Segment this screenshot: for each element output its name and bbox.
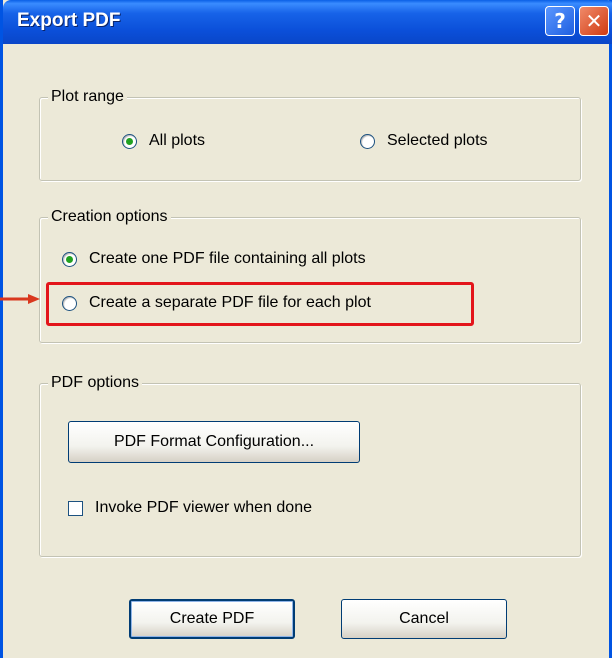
close-button[interactable]: ✕	[579, 6, 609, 36]
plot-range-legend: Plot range	[48, 88, 127, 106]
dialog-title: Export PDF	[17, 10, 121, 31]
radio-button[interactable]	[122, 133, 137, 149]
radio-all-plots[interactable]: All plots	[122, 132, 205, 150]
radio-label: All plots	[149, 132, 206, 149]
cancel-button[interactable]: Cancel	[341, 599, 507, 639]
pdf-options-legend: PDF options	[48, 374, 143, 392]
create-pdf-button[interactable]: Create PDF	[129, 599, 295, 639]
invoke-viewer-checkbox-row[interactable]: Invoke PDF viewer when done	[68, 499, 312, 517]
radio-button[interactable]	[62, 251, 77, 267]
checkbox-label: Invoke PDF viewer when done	[95, 499, 312, 516]
help-button[interactable]: ?	[545, 6, 575, 36]
plot-range-group: Plot range All plots Selected plots	[39, 88, 581, 181]
radio-selected-plots[interactable]: Selected plots	[360, 132, 488, 150]
pdf-options-group: PDF options PDF Format Configuration... …	[39, 374, 581, 557]
annotation-arrow-icon	[0, 294, 40, 304]
creation-options-legend: Creation options	[48, 208, 171, 226]
radio-button[interactable]	[360, 133, 375, 149]
pdf-format-configuration-button[interactable]: PDF Format Configuration...	[68, 421, 360, 463]
title-bar[interactable]: Export PDF ? ✕	[3, 0, 612, 44]
highlight-box	[46, 282, 474, 326]
export-pdf-dialog: Export PDF ? ✕ Plot range All plots Sele…	[0, 0, 612, 658]
help-icon: ?	[554, 9, 566, 33]
invoke-viewer-checkbox[interactable]	[68, 500, 83, 516]
radio-one-pdf[interactable]: Create one PDF file containing all plots	[62, 250, 366, 268]
radio-label: Create one PDF file containing all plots	[89, 250, 366, 267]
close-icon: ✕	[585, 9, 603, 33]
radio-label: Selected plots	[387, 132, 488, 149]
